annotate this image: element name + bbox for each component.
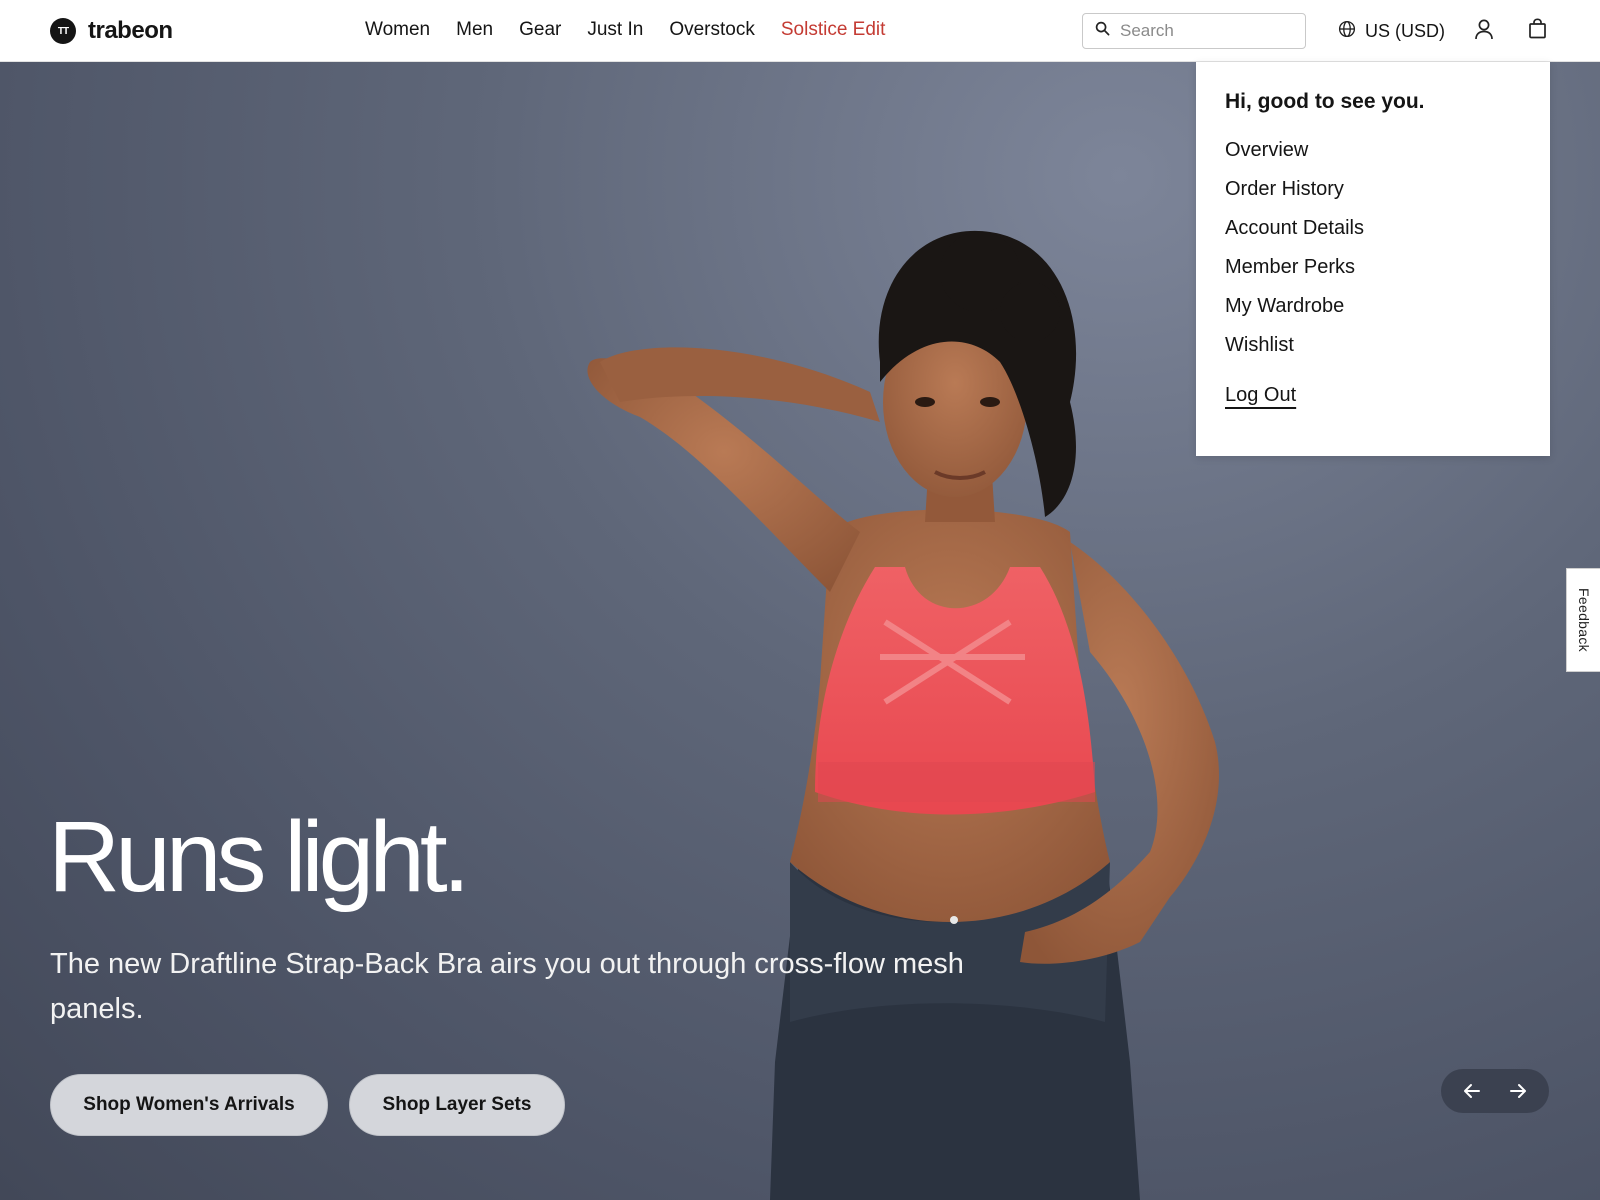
account-menu-item-member-perks[interactable]: Member Perks (1225, 253, 1521, 292)
hero-headline: Runs light. (48, 801, 470, 913)
arrow-left-icon (1464, 1084, 1480, 1098)
region-label: US (USD) (1365, 20, 1445, 41)
nav-item-women[interactable]: Women (365, 19, 430, 41)
search-box[interactable] (1082, 13, 1306, 49)
shopping-bag-icon (1528, 18, 1547, 44)
shop-layer-sets-button[interactable]: Shop Layer Sets (349, 1074, 565, 1136)
brand-name: trabeon (88, 17, 173, 44)
search-input[interactable] (1120, 21, 1290, 41)
feedback-tab[interactable]: Feedback (1566, 568, 1600, 672)
main-nav: Women Men Gear Just In Overstock Solstic… (352, 0, 898, 60)
nav-item-gear[interactable]: Gear (519, 19, 561, 41)
carousel-next-button[interactable] (1502, 1075, 1534, 1107)
logout-link[interactable]: Log Out (1225, 384, 1296, 407)
account-menu-item-my-wardrobe[interactable]: My Wardrobe (1225, 292, 1521, 331)
account-dropdown: Hi, good to see you. Overview Order Hist… (1196, 62, 1550, 456)
globe-icon (1338, 20, 1356, 43)
account-menu-item-order-history[interactable]: Order History (1225, 175, 1521, 214)
brand-logo[interactable]: TT trabeon (50, 17, 173, 45)
account-menu-item-overview[interactable]: Overview (1225, 136, 1521, 175)
nav-item-overstock[interactable]: Overstock (669, 19, 755, 41)
carousel-prev-button[interactable] (1456, 1075, 1488, 1107)
site-header: TT trabeon Women Men Gear Just In Overst… (0, 0, 1600, 62)
search-icon (1095, 21, 1110, 41)
shop-womens-arrivals-button[interactable]: Shop Women's Arrivals (50, 1074, 328, 1136)
account-menu-item-wishlist[interactable]: Wishlist (1225, 331, 1521, 370)
nav-item-solstice-edit[interactable]: Solstice Edit (781, 19, 886, 41)
account-greeting: Hi, good to see you. (1225, 90, 1425, 113)
carousel-controls (1441, 1069, 1549, 1113)
account-menu-list: Overview Order History Account Details M… (1225, 136, 1521, 370)
account-button[interactable] (1472, 18, 1496, 44)
nav-item-just-in[interactable]: Just In (587, 19, 643, 41)
cart-button[interactable] (1525, 18, 1549, 44)
logo-icon: TT (50, 18, 76, 44)
arrow-right-icon (1510, 1084, 1526, 1098)
nav-item-men[interactable]: Men (456, 19, 493, 41)
region-selector[interactable]: US (USD) (1338, 18, 1445, 44)
feedback-label: Feedback (1575, 588, 1592, 652)
account-menu-item-account-details[interactable]: Account Details (1225, 214, 1521, 253)
hero-subhead: The new Draftline Strap-Back Bra airs yo… (50, 948, 964, 1025)
user-icon (1474, 18, 1494, 45)
